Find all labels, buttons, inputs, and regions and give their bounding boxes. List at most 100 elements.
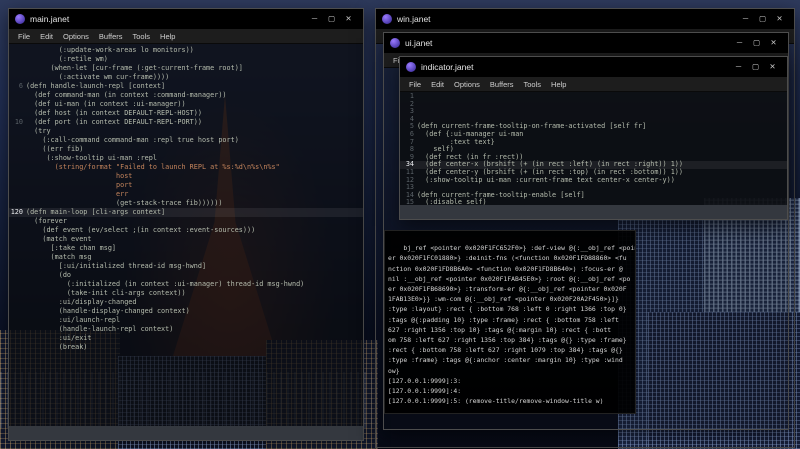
menu-item-help[interactable]: Help bbox=[546, 80, 571, 89]
menu-item-tools[interactable]: Tools bbox=[128, 32, 156, 41]
code-line[interactable]: (break) bbox=[9, 343, 363, 352]
menu-item-file[interactable]: File bbox=[404, 80, 426, 89]
code-line[interactable]: (def event (ev/select ;(in context :even… bbox=[9, 226, 363, 235]
code-line[interactable]: 1 bbox=[400, 92, 787, 101]
code-text: :text text} bbox=[417, 137, 495, 146]
minimize-button[interactable]: ─ bbox=[306, 9, 323, 29]
code-line[interactable]: (match event bbox=[9, 235, 363, 244]
window-title: ui.janet bbox=[405, 38, 433, 48]
code-line[interactable]: 12 (:show-tooltip ui-man :current-frame … bbox=[400, 176, 787, 185]
code-line[interactable]: (do bbox=[9, 271, 363, 280]
code-line[interactable]: 6 (defn handle-launch-repl [context] bbox=[9, 82, 363, 91]
code-line[interactable]: (when-let [cur-frame (:get-current-frame… bbox=[9, 64, 363, 73]
code-line[interactable]: 2 bbox=[400, 100, 787, 109]
code-line[interactable]: (match msg bbox=[9, 253, 363, 262]
line-number: 1 bbox=[409, 92, 414, 100]
code-line[interactable]: :ui/exit bbox=[9, 334, 363, 343]
code-line[interactable]: (:initialized (in context :ui-manager) t… bbox=[9, 280, 363, 289]
menu-item-buffers[interactable]: Buffers bbox=[485, 80, 519, 89]
maximize-button[interactable]: ▢ bbox=[754, 9, 771, 29]
code-line[interactable]: :ui/launch-repl bbox=[9, 316, 363, 325]
minimize-button[interactable]: ─ bbox=[731, 33, 748, 53]
editor-buffer-indicator[interactable]: 1 2 3 4 5 (defn current-frame-tooltip-on-fram… bbox=[400, 92, 787, 205]
menu-item-edit[interactable]: Edit bbox=[35, 32, 58, 41]
code-line[interactable]: 120 (defn main-loop [cli-args context] bbox=[9, 208, 363, 217]
line-number bbox=[9, 343, 26, 352]
code-line[interactable]: (string/format "Failed to launch REPL at… bbox=[9, 163, 363, 172]
close-button[interactable]: ✕ bbox=[764, 57, 781, 77]
code-line[interactable]: (handle-launch-repl context) bbox=[9, 325, 363, 334]
code-text: :ui/exit bbox=[26, 334, 92, 342]
line-number bbox=[9, 55, 26, 64]
maximize-button[interactable]: ▢ bbox=[747, 57, 764, 77]
line-number bbox=[9, 64, 26, 73]
code-line[interactable]: (take-init cli-args context)) bbox=[9, 289, 363, 298]
close-button[interactable]: ✕ bbox=[765, 33, 782, 53]
code-line[interactable]: (:call-command command-man :repl true ho… bbox=[9, 136, 363, 145]
repl-output-panel[interactable]: bj_ref <pointer 0x020F1FC652F0>} :def-vi… bbox=[384, 230, 636, 414]
code-text: (get-stack-trace fib)))))) bbox=[26, 199, 223, 207]
menu-item-edit[interactable]: Edit bbox=[426, 80, 449, 89]
code-line[interactable]: 10 (def port (in context DEFAULT-REPL-PO… bbox=[9, 118, 363, 127]
line-number bbox=[9, 325, 26, 334]
code-text: (match event bbox=[26, 235, 92, 243]
line-number bbox=[9, 154, 26, 163]
titlebar[interactable]: indicator.janet ─ ▢ ✕ bbox=[400, 57, 787, 77]
line-number bbox=[9, 91, 26, 100]
minimize-button[interactable]: ─ bbox=[737, 9, 754, 29]
code-text: (handle-display-changed context) bbox=[26, 307, 190, 315]
line-number bbox=[9, 253, 26, 262]
code-text: host bbox=[26, 172, 133, 180]
close-button[interactable]: ✕ bbox=[340, 9, 357, 29]
menu-item-options[interactable]: Options bbox=[58, 32, 94, 41]
window-title: win.janet bbox=[397, 14, 431, 24]
code-line[interactable]: [:ui/initialized thread-id msg-hwnd] bbox=[9, 262, 363, 271]
code-line[interactable]: ((err fib) bbox=[9, 145, 363, 154]
code-line[interactable]: 7 :text text} bbox=[400, 137, 787, 147]
titlebar[interactable]: win.janet ─ ▢ ✕ bbox=[376, 9, 794, 29]
menu-item-tools[interactable]: Tools bbox=[519, 80, 547, 89]
menu-item-file[interactable]: File bbox=[13, 32, 35, 41]
line-number bbox=[9, 289, 26, 298]
line-number bbox=[9, 73, 26, 82]
code-text: (def ui-man (in context :ui-manager)) bbox=[26, 100, 186, 108]
code-line[interactable]: [:take chan msg] bbox=[9, 244, 363, 253]
minimize-button[interactable]: ─ bbox=[730, 57, 747, 77]
code-line[interactable]: (def command-man (in context :command-ma… bbox=[9, 91, 363, 100]
code-line[interactable]: (:update-work-areas lo monitors)) bbox=[9, 46, 363, 55]
menu-item-buffers[interactable]: Buffers bbox=[94, 32, 128, 41]
menubar: File Edit Options Buffers Tools Help bbox=[400, 77, 787, 92]
code-line[interactable]: err bbox=[9, 190, 363, 199]
menu-item-options[interactable]: Options bbox=[449, 80, 485, 89]
modeline-main[interactable]: -(Unix)-- main.janet 44% (120,0) Fossil-… bbox=[9, 426, 363, 440]
code-line[interactable]: (def ui-man (in context :ui-manager)) bbox=[9, 100, 363, 109]
code-line[interactable]: (def host (in context DEFAULT-REPL-HOST)… bbox=[9, 109, 363, 118]
code-text: (:call-command command-man :repl true ho… bbox=[26, 136, 239, 144]
code-line[interactable]: (handle-display-changed context) bbox=[9, 307, 363, 316]
menu-item-help[interactable]: Help bbox=[155, 32, 180, 41]
titlebar[interactable]: ui.janet ─ ▢ ✕ bbox=[384, 33, 788, 53]
maximize-button[interactable]: ▢ bbox=[748, 33, 765, 53]
line-number bbox=[9, 163, 26, 172]
line-number: 4 bbox=[409, 114, 414, 123]
code-line[interactable]: (get-stack-trace fib)))))) bbox=[9, 199, 363, 208]
titlebar[interactable]: main.janet ─ ▢ ✕ bbox=[9, 9, 363, 29]
modeline-indicator[interactable]: -(Unix)-- indicator.janet 86:16% (34,0) … bbox=[400, 205, 787, 219]
close-button[interactable]: ✕ bbox=[771, 9, 788, 29]
code-line[interactable]: (try bbox=[9, 127, 363, 136]
maximize-button[interactable]: ▢ bbox=[323, 9, 340, 29]
line-number bbox=[9, 280, 26, 289]
window-main-janet: main.janet ─ ▢ ✕ File Edit Options Buffers T… bbox=[8, 8, 364, 441]
code-line[interactable]: host bbox=[9, 172, 363, 181]
line-number: 3 bbox=[409, 107, 414, 116]
code-line[interactable]: (:activate wm cur-frame)))) bbox=[9, 73, 363, 82]
code-line[interactable]: (:retile wm) bbox=[9, 55, 363, 64]
code-line[interactable]: (forever bbox=[9, 217, 363, 226]
editor-buffer-main[interactable]: (:update-work-areas lo monitors)) (:reti… bbox=[9, 45, 363, 426]
code-line[interactable]: (:show-tooltip ui-man :repl bbox=[9, 154, 363, 163]
code-line[interactable]: :ui/display-changed bbox=[9, 298, 363, 307]
window-controls: ─ ▢ ✕ bbox=[737, 9, 788, 29]
code-line[interactable]: 3 bbox=[400, 108, 787, 116]
code-line[interactable]: port bbox=[9, 181, 363, 190]
